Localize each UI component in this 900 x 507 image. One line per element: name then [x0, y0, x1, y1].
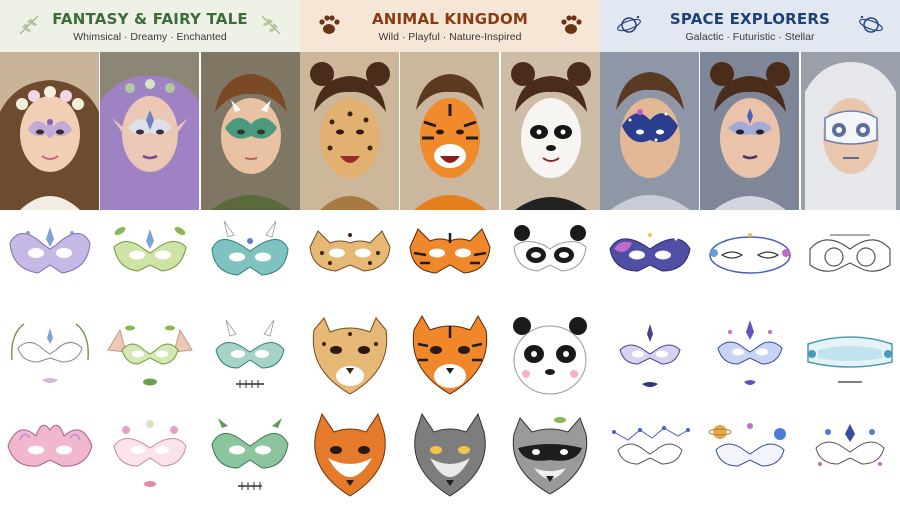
pink-flower-mask — [100, 410, 200, 500]
theme-title: SPACE EXPLORERS — [669, 10, 831, 28]
elf-ear-leaf-mask — [100, 310, 200, 400]
theme-space-column: SPACE EXPLORERS Galactic · Futuristic · … — [600, 0, 900, 507]
tiger-face — [400, 310, 500, 400]
galaxy-mask — [600, 213, 700, 303]
example-photos-row — [300, 52, 600, 210]
raccoon-face — [500, 410, 600, 500]
fox-face — [300, 410, 400, 500]
green-dragon-scale-mask — [200, 410, 300, 500]
wolf-face — [400, 410, 500, 500]
visor-mask — [800, 310, 900, 400]
galaxy-boy-photo — [600, 52, 699, 210]
paw-print-icon — [561, 15, 582, 34]
tiger-mask — [400, 213, 500, 303]
constellation-mask — [600, 410, 700, 500]
panda-mask — [500, 213, 600, 303]
star-crown-mask — [600, 310, 700, 400]
theme-header: ANIMAL KINGDOM Wild · Playful · Nature-I… — [300, 0, 600, 52]
flower-crown-girl-photo — [0, 52, 99, 210]
leopard-mask — [300, 213, 400, 303]
green-dragon-boy-photo — [201, 52, 300, 210]
example-photos-row — [0, 52, 300, 210]
robot-boy-photo — [801, 52, 900, 210]
horned-dragon-mask — [200, 310, 300, 400]
example-photos-row — [600, 52, 900, 210]
white-vine-mask — [0, 310, 100, 400]
theme-fantasy-column: FANTASY & FAIRY TALE Whimsical · Dreamy … — [0, 0, 300, 507]
leaf-sprig-icon — [261, 15, 281, 35]
cosmic-gem-mask — [800, 410, 900, 500]
theme-subtitle: Whimsical · Dreamy · Enchanted — [73, 31, 227, 43]
teal-dragon-mask — [200, 213, 300, 303]
purple-elf-girl-photo — [100, 52, 199, 210]
lavender-butterfly-mask — [0, 213, 100, 303]
planet-icon — [859, 15, 883, 33]
orbit-mask — [700, 213, 800, 303]
star-girl-photo — [700, 52, 799, 210]
theme-header: SPACE EXPLORERS Galactic · Futuristic · … — [600, 0, 900, 52]
theme-animal-column: ANIMAL KINGDOM Wild · Playful · Nature-I… — [300, 0, 600, 507]
theme-subtitle: Wild · Playful · Nature-Inspired — [378, 31, 522, 43]
leopard-face — [300, 310, 400, 400]
cosmic-crown-mask — [700, 310, 800, 400]
theme-subtitle: Galactic · Futuristic · Stellar — [685, 31, 815, 43]
tiger-boy-photo — [400, 52, 499, 210]
leopard-girl-photo — [300, 52, 399, 210]
panda-face — [500, 310, 600, 400]
theme-title: ANIMAL KINGDOM — [371, 10, 529, 28]
face-paint-ideas-board: FANTASY & FAIRY TALE Whimsical · Dreamy … — [0, 0, 900, 507]
theme-header: FANTASY & FAIRY TALE Whimsical · Dreamy … — [0, 0, 300, 52]
robot-goggle-mask — [800, 213, 900, 303]
panda-girl-photo — [501, 52, 600, 210]
green-leaf-mask — [100, 213, 200, 303]
pink-lotus-mask — [0, 410, 100, 500]
planet-orbit-mask — [700, 410, 800, 500]
theme-title: FANTASY & FAIRY TALE — [52, 10, 248, 28]
